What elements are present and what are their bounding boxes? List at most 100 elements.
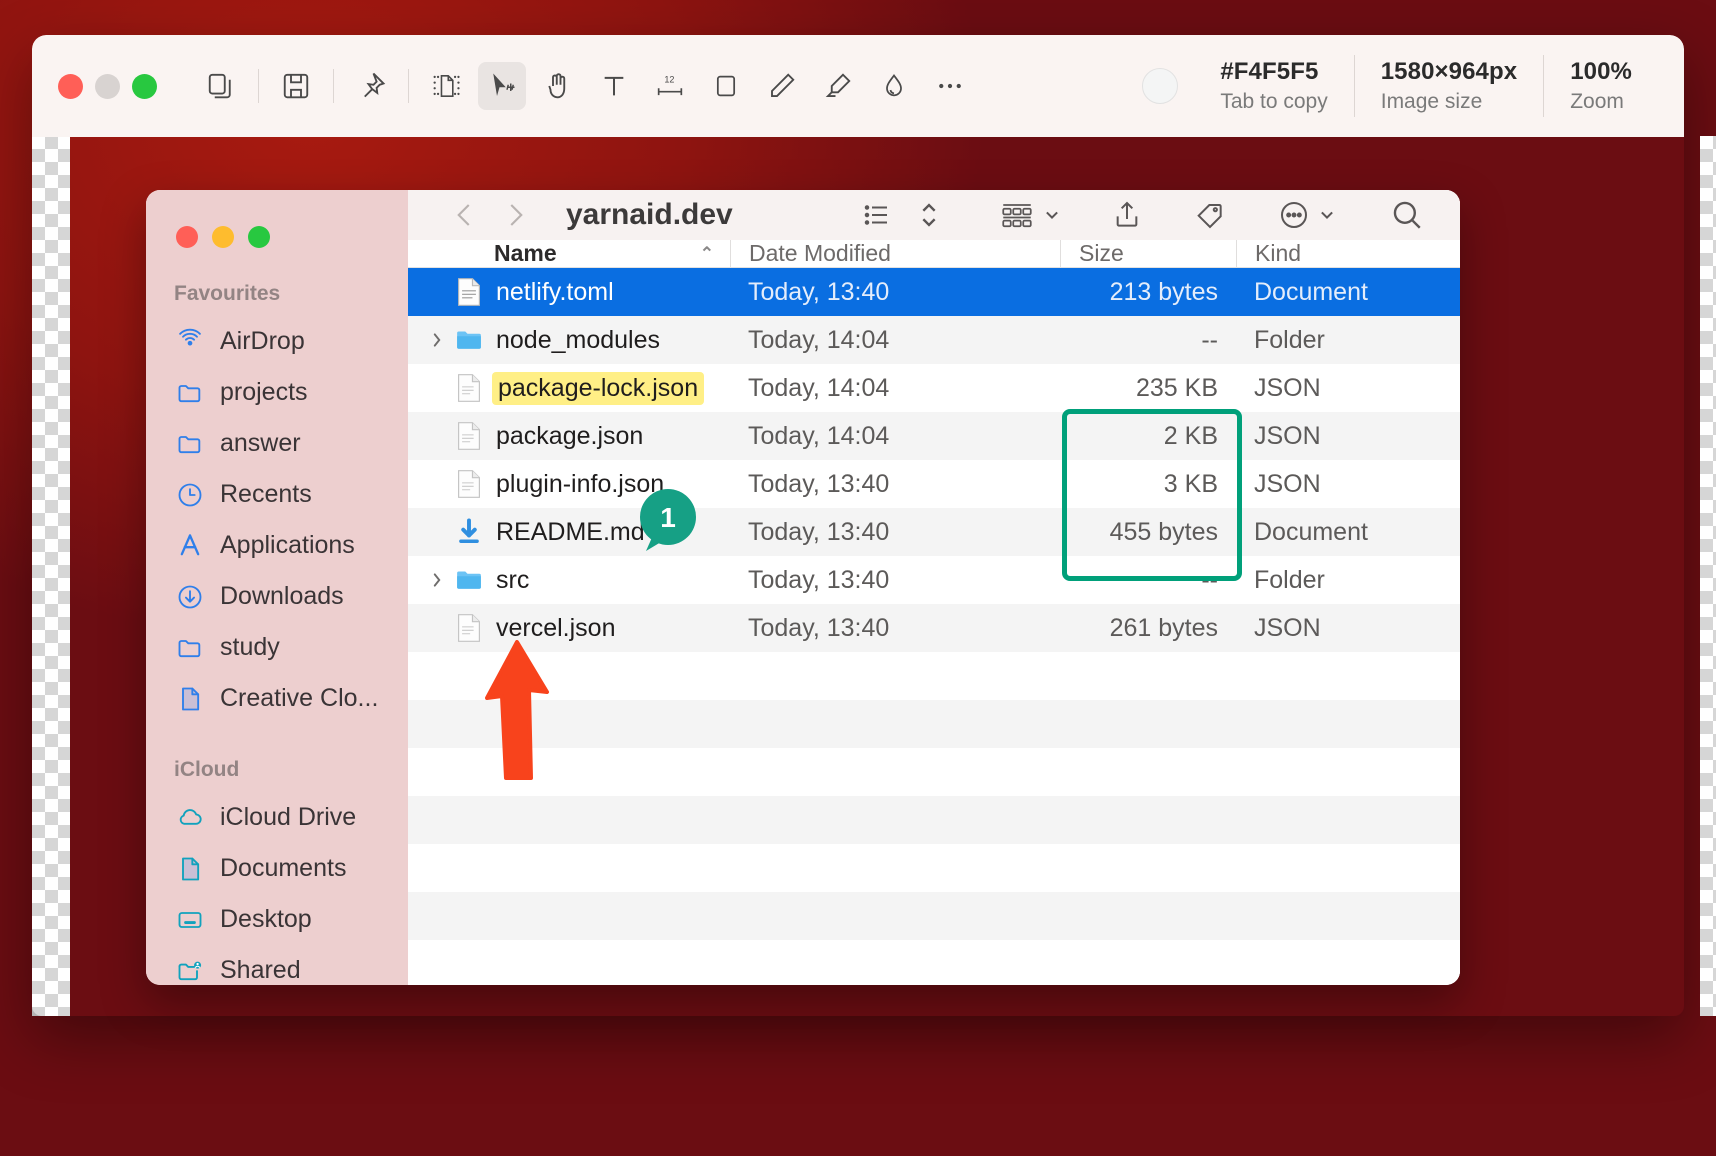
editor-tool-group: 12 (193, 62, 978, 110)
image-size-value: 1580×964px (1380, 57, 1518, 85)
toolbar-divider (333, 69, 334, 103)
json-file-icon (454, 613, 484, 643)
table-row-empty (408, 652, 1460, 700)
pin-icon[interactable] (347, 62, 395, 110)
list-view-icon[interactable] (850, 192, 904, 238)
blur-icon[interactable] (870, 62, 918, 110)
search-icon[interactable] (1380, 190, 1434, 240)
cell-kind: Folder (1254, 325, 1325, 354)
forward-button[interactable] (490, 198, 540, 232)
sidebar-item-label: Recents (220, 480, 312, 508)
sort-chevrons-icon[interactable] (908, 190, 950, 240)
zoom-caption: Zoom (1570, 89, 1624, 113)
table-row-empty (408, 892, 1460, 940)
editor-status-group: #F4F5F5 Tab to copy 1580×964px Image siz… (1142, 51, 1658, 121)
sidebar-item-recents[interactable]: Recents (146, 469, 408, 520)
cell-kind: Document (1254, 517, 1368, 546)
minimize-button[interactable] (95, 73, 120, 99)
color-swatch[interactable] (1142, 68, 1179, 104)
sidebar-item-downloads[interactable]: Downloads (146, 571, 408, 622)
applications-icon (174, 530, 206, 562)
finder-window: Favourites AirDrop projects answer Recents Ap… (146, 190, 1460, 985)
folder-icon (454, 565, 484, 595)
sidebar-item-answer[interactable]: answer (146, 418, 408, 469)
table-row[interactable]: vercel.json Today, 13:40 261 bytes JSON (408, 604, 1460, 652)
pen-icon[interactable] (758, 62, 806, 110)
finder-toolbar-actions (850, 190, 1434, 240)
sidebar-item-creative-clo[interactable]: Creative Clo... (146, 673, 408, 724)
table-row-empty (408, 940, 1460, 985)
annotation-step-badge: 1 (640, 489, 696, 551)
json-file-icon (454, 373, 484, 403)
tag-icon[interactable] (1183, 191, 1237, 239)
zoom-readout[interactable]: 100% Zoom (1544, 57, 1658, 115)
save-icon[interactable] (272, 62, 320, 110)
annotation-red-arrow (484, 640, 550, 780)
cell-size: 2 KB (1163, 421, 1218, 450)
sidebar-item-desktop[interactable]: Desktop (146, 894, 408, 945)
desktop-icon (174, 904, 206, 936)
cell-size: 455 bytes (1109, 517, 1218, 546)
finder-close-button[interactable] (176, 226, 198, 248)
table-row[interactable]: node_modules Today, 14:04 -- Folder (408, 316, 1460, 364)
sort-ascending-icon: ⌃ (699, 243, 714, 263)
svg-text:12: 12 (664, 75, 674, 85)
table-row[interactable]: package.json Today, 14:04 2 KB JSON (408, 412, 1460, 460)
color-readout[interactable]: #F4F5F5 Tab to copy (1194, 57, 1353, 115)
text-file-icon (454, 277, 484, 307)
cell-date-modified: Today, 13:40 (748, 469, 890, 498)
crop-icon[interactable] (422, 62, 470, 110)
close-button[interactable] (58, 73, 83, 99)
table-row[interactable]: src Today, 13:40 -- Folder (408, 556, 1460, 604)
image-size-readout: 1580×964px Image size (1355, 57, 1543, 115)
column-header-size[interactable]: Size (1060, 240, 1236, 267)
group-view-icon[interactable] (988, 192, 1071, 238)
column-header-name[interactable]: Name ⌃ (408, 240, 730, 267)
copy-icon[interactable] (197, 62, 245, 110)
column-header-kind[interactable]: Kind (1236, 240, 1460, 267)
sidebar-item-applications[interactable]: Applications (146, 520, 408, 571)
measure-icon[interactable]: 12 (646, 62, 694, 110)
finder-minimize-button[interactable] (212, 226, 234, 248)
folder-icon (174, 377, 206, 409)
hand-pointer-icon[interactable] (534, 62, 582, 110)
sidebar-item-airdrop[interactable]: AirDrop (146, 316, 408, 367)
chevron-down-icon (1046, 211, 1058, 220)
text-icon[interactable] (590, 62, 638, 110)
cell-size: 235 KB (1135, 373, 1218, 402)
sidebar-item-label: Documents (220, 854, 347, 882)
disclosure-triangle-icon[interactable] (426, 571, 448, 589)
table-row[interactable]: netlify.toml Today, 13:40 213 bytes Documen… (408, 268, 1460, 316)
sidebar-item-label: Desktop (220, 905, 312, 933)
share-icon[interactable] (1101, 190, 1153, 240)
column-header-date[interactable]: Date Modified (730, 240, 1060, 267)
sidebar-item-study[interactable]: study (146, 622, 408, 673)
cell-size: -- (1201, 565, 1218, 594)
sidebar-item-projects[interactable]: projects (146, 367, 408, 418)
disclosure-triangle-icon[interactable] (426, 331, 448, 349)
highlighter-icon[interactable] (814, 62, 862, 110)
zoom-button[interactable] (132, 73, 157, 99)
cell-size: -- (1201, 325, 1218, 354)
color-hex-caption: Tab to copy (1220, 89, 1328, 113)
more-actions-icon[interactable] (1267, 191, 1346, 239)
file-name-label: README.md (496, 517, 645, 546)
window-traffic-lights (58, 73, 157, 99)
sidebar-item-documents[interactable]: Documents (146, 843, 408, 894)
table-row[interactable]: package-lock.json Today, 14:04 235 KB JSON (408, 364, 1460, 412)
rectangle-icon[interactable] (702, 62, 750, 110)
more-icon[interactable] (926, 62, 974, 110)
back-button[interactable] (440, 198, 490, 232)
arrow-cursor-icon[interactable] (478, 62, 526, 110)
sidebar-item-shared[interactable]: Shared (146, 945, 408, 985)
table-row[interactable]: plugin-info.json Today, 13:40 3 KB JSON (408, 460, 1460, 508)
finder-main-panel: yarnaid.dev Name ⌃ Date Modified Size Ki… (408, 190, 1460, 985)
sidebar-item-icloud-drive[interactable]: iCloud Drive (146, 792, 408, 843)
table-row[interactable]: README.md Today, 13:40 455 bytes Document (408, 508, 1460, 556)
finder-zoom-button[interactable] (248, 226, 270, 248)
cell-date-modified: Today, 13:40 (748, 277, 890, 306)
sidebar-item-label: projects (220, 378, 308, 406)
file-name-label: vercel.json (496, 613, 616, 642)
shared-folder-icon (174, 955, 206, 986)
cell-name: package-lock.json (408, 371, 730, 405)
